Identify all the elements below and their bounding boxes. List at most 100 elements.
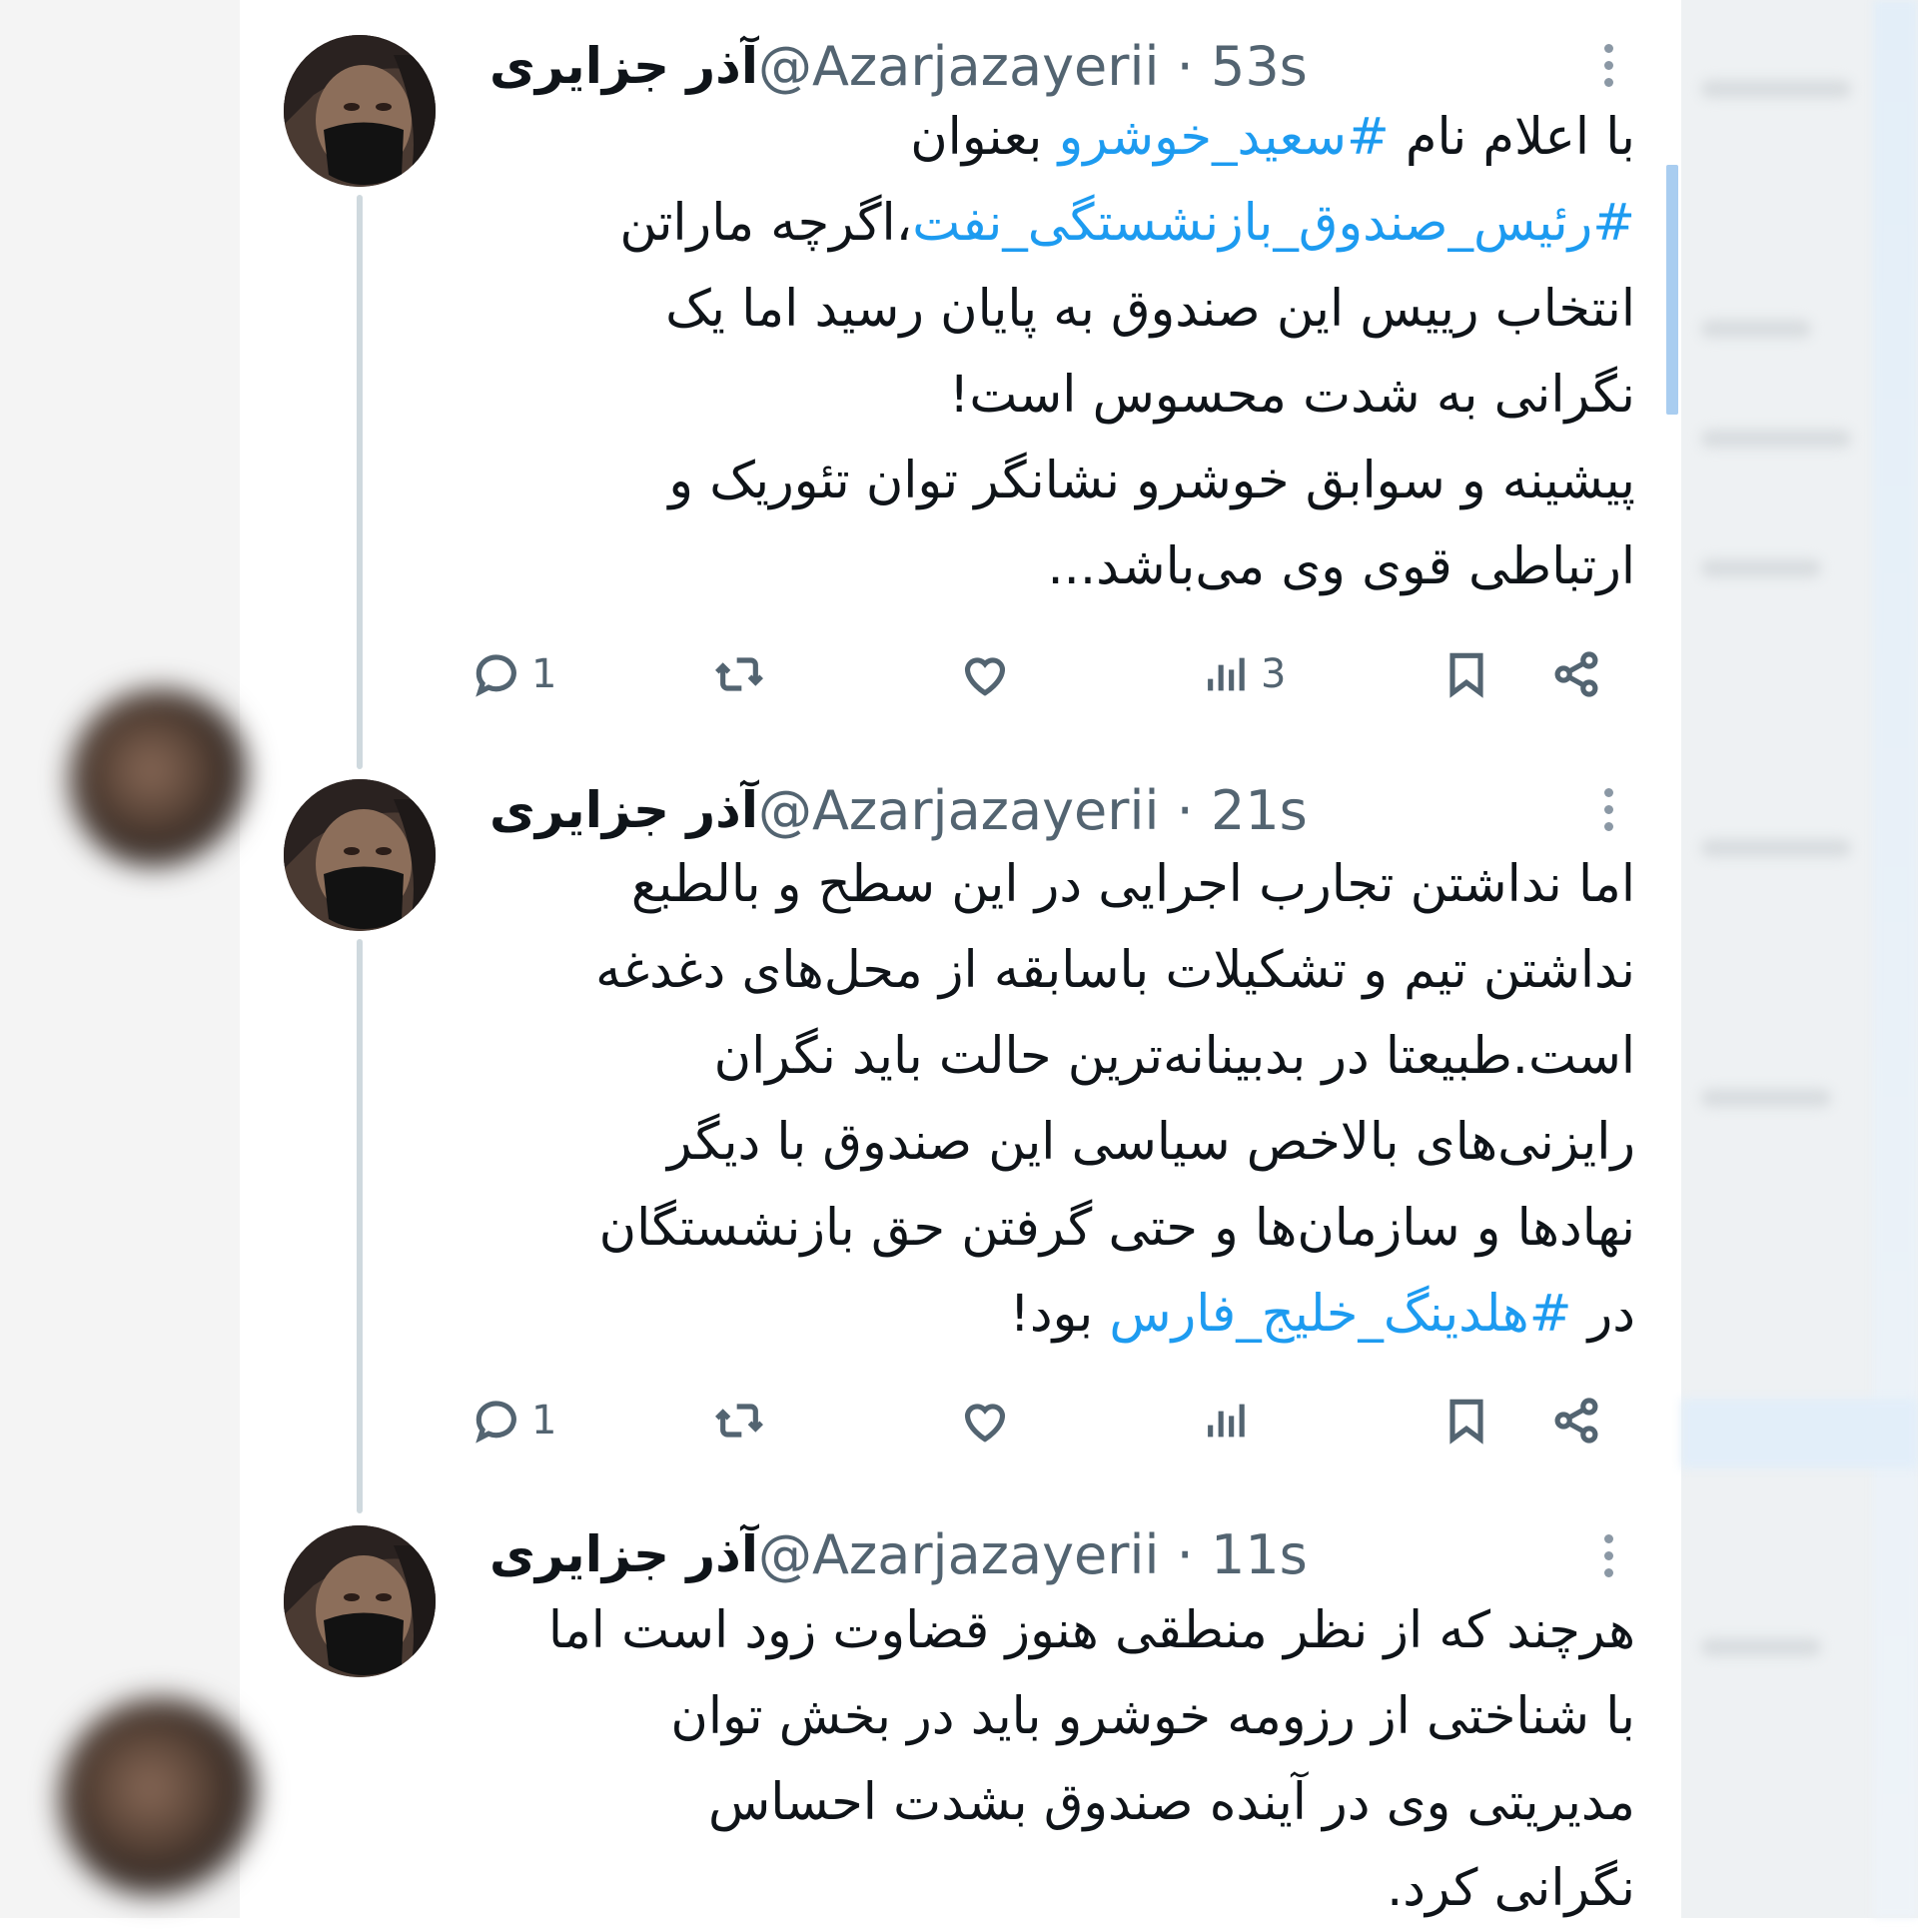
speech-bubble-icon <box>476 1401 516 1444</box>
tweet-text-segment: پیشینه و سوابق خوشرو نشانگر توان تئوریک … <box>668 452 1635 510</box>
bookmark-button[interactable] <box>1438 639 1494 709</box>
avatar[interactable] <box>284 779 436 931</box>
tweet-text: با اعلام نام #سعید_خوشرو بعنوان #رئیس_صند… <box>440 95 1635 610</box>
blurred-text-block <box>1701 559 1821 577</box>
avatar-image <box>284 1525 436 1677</box>
tweet-text-segment: انتخاب رییس این صندوق به پایان رسید اما … <box>665 280 1635 339</box>
display-name[interactable]: آذر جزایری <box>489 37 758 95</box>
bookmark-icon <box>1449 652 1483 698</box>
right-edge-accent <box>1873 0 1918 1918</box>
heart-icon <box>964 657 1006 696</box>
tweet-text-segment: نهادها و سازمان‌ها و حتی گرفتن حق بازنشس… <box>598 1199 1635 1258</box>
tweet-text-line: ارتباطی قوی وی می‌باشد... <box>440 524 1635 610</box>
tweet-actions: 1 <box>470 1386 1648 1455</box>
more-options-icon[interactable] <box>1588 779 1628 839</box>
avatar-image <box>284 779 436 931</box>
avatar[interactable] <box>284 35 436 187</box>
tweet-text-line: نداشتن تیم و تشکیلات باسابقه از محل‌های … <box>440 928 1635 1014</box>
display-name[interactable]: آذر جزایری <box>489 1525 758 1583</box>
blurred-text-block <box>1701 320 1811 338</box>
tweet-text: اما نداشتن تجارب اجرایی در این سطح و بال… <box>440 842 1635 1358</box>
hashtag-link[interactable]: #سعید_خوشرو <box>1059 108 1390 167</box>
bar-chart-icon <box>1208 657 1245 691</box>
tweet-text-line: رایزنی‌های بالاخص سیاسی این صندوق با دیگ… <box>440 1100 1635 1186</box>
tweet-text-line: نگرانی کرد. <box>440 1846 1635 1932</box>
blurred-avatar <box>70 689 250 869</box>
bookmark-button[interactable] <box>1438 1386 1494 1455</box>
tweet-text-segment: هرچند که از نظر منطقی هنوز قضاوت زود است… <box>547 1601 1635 1660</box>
bar-chart-icon <box>1208 1404 1245 1438</box>
retweet-arrows-icon <box>715 657 763 691</box>
blurred-text-block <box>1701 80 1851 98</box>
share-icon <box>1554 651 1598 697</box>
more-options-icon[interactable] <box>1588 1525 1628 1585</box>
views-button[interactable]: 3 <box>1199 639 1286 709</box>
reply-button[interactable]: 1 <box>470 1386 556 1455</box>
tweet-text: هرچند که از نظر منطقی هنوز قضاوت زود است… <box>440 1588 1635 1932</box>
retweet-button[interactable] <box>711 639 767 709</box>
like-button[interactable] <box>957 639 1013 709</box>
left-background-panel <box>0 0 260 1918</box>
tweet-text-line: با شناختی از رزومه خوشرو باید در بخش توا… <box>440 1674 1635 1760</box>
share-icon <box>1554 1398 1598 1444</box>
speech-bubble-icon <box>476 654 516 697</box>
hashtag-link[interactable]: #رئیس_صندوق_بازنشستگی_نفت <box>912 194 1635 253</box>
tweet-text-segment: است.طبیعتا در بدبینانه‌ترین حالت باید نگ… <box>713 1027 1635 1086</box>
right-background-panel <box>1681 0 1918 1918</box>
retweet-arrows-icon <box>715 1404 763 1438</box>
handle-and-time[interactable]: @Azarjazayerii · 53s <box>758 35 1308 98</box>
bookmark-icon <box>1449 1399 1483 1445</box>
reply-count: 1 <box>531 1398 557 1444</box>
handle-and-time[interactable]: @Azarjazayerii · 21s <box>758 779 1308 842</box>
scrollbar-thumb[interactable] <box>1666 165 1678 415</box>
tweet-text-segment: در <box>1571 1285 1635 1344</box>
tweet-text-segment: با شناختی از رزومه خوشرو باید در بخش توا… <box>670 1687 1635 1746</box>
blurred-text-block <box>1701 430 1851 448</box>
tweet-text-segment: اما نداشتن تجارب اجرایی در این سطح و بال… <box>630 855 1635 914</box>
tweet-text-line: با اعلام نام #سعید_خوشرو بعنوان <box>440 95 1635 181</box>
thread-connector <box>357 939 363 1513</box>
tweet-text-line: نگرانی به شدت محسوس است! <box>440 353 1635 439</box>
more-options-icon[interactable] <box>1588 35 1628 95</box>
tweet-text-line: است.طبیعتا در بدبینانه‌ترین حالت باید نگ… <box>440 1014 1635 1100</box>
blurred-highlight-band <box>1681 1399 1918 1468</box>
tweet-text-line: مدیریتی وی در آینده صندوق بشدت احساس <box>440 1760 1635 1846</box>
tweet-text-line: #رئیس_صندوق_بازنشستگی_نفت،اگرچه ماراتن <box>440 181 1635 267</box>
avatar[interactable] <box>284 1525 436 1677</box>
tweet-text-line: انتخاب رییس این صندوق به پایان رسید اما … <box>440 267 1635 353</box>
views-button[interactable] <box>1199 1386 1261 1455</box>
hashtag-link[interactable]: #هلدینگ_خلیج_فارس <box>1109 1285 1571 1344</box>
tweet-text-segment: نگرانی به شدت محسوس است! <box>948 366 1635 425</box>
blurred-text-block <box>1701 839 1851 857</box>
blurred-avatar <box>60 1698 260 1898</box>
tweet-actions: 1 3 <box>470 639 1648 709</box>
tweet-text-segment: رایزنی‌های بالاخص سیاسی این صندوق با دیگ… <box>667 1113 1635 1172</box>
tweet-text-segment: نگرانی کرد. <box>1387 1859 1635 1918</box>
blurred-text-block <box>1701 1638 1821 1656</box>
tweet-text-segment: بعنوان <box>910 108 1059 167</box>
tweet-header: آذر جزایری @Azarjazayerii · 21s <box>470 772 1638 848</box>
views-count: 3 <box>1261 651 1287 697</box>
tweet-text-segment: ارتباطی قوی وی می‌باشد... <box>1047 537 1635 596</box>
tweet-text-line: هرچند که از نظر منطقی هنوز قضاوت زود است… <box>440 1588 1635 1674</box>
reply-button[interactable]: 1 <box>470 639 556 709</box>
tweet-header: آذر جزایری @Azarjazayerii · 53s <box>470 28 1638 104</box>
tweet-header: آذر جزایری @Azarjazayerii · 11s <box>470 1516 1638 1592</box>
heart-icon <box>964 1404 1006 1443</box>
tweet-text-line: اما نداشتن تجارب اجرایی در این سطح و بال… <box>440 842 1635 928</box>
tweet-text-line: نهادها و سازمان‌ها و حتی گرفتن حق بازنشس… <box>440 1186 1635 1272</box>
handle-and-time[interactable]: @Azarjazayerii · 11s <box>758 1523 1308 1586</box>
tweet-text-segment: نداشتن تیم و تشکیلات باسابقه از محل‌های … <box>595 941 1635 1000</box>
tweet-text-segment: با اعلام نام <box>1389 108 1635 167</box>
tweet-text-line: در #هلدینگ_خلیج_فارس بود! <box>440 1272 1635 1358</box>
like-button[interactable] <box>957 1386 1013 1455</box>
thread-connector <box>357 195 363 769</box>
tweet-text-segment: مدیریتی وی در آینده صندوق بشدت احساس <box>707 1773 1635 1832</box>
tweet-text-line: پیشینه و سوابق خوشرو نشانگر توان تئوریک … <box>440 439 1635 524</box>
avatar-image <box>284 35 436 187</box>
retweet-button[interactable] <box>711 1386 767 1455</box>
display-name[interactable]: آذر جزایری <box>489 781 758 839</box>
share-button[interactable] <box>1548 1386 1604 1455</box>
tweet-text-segment: ،اگرچه ماراتن <box>619 194 913 253</box>
share-button[interactable] <box>1548 639 1604 709</box>
